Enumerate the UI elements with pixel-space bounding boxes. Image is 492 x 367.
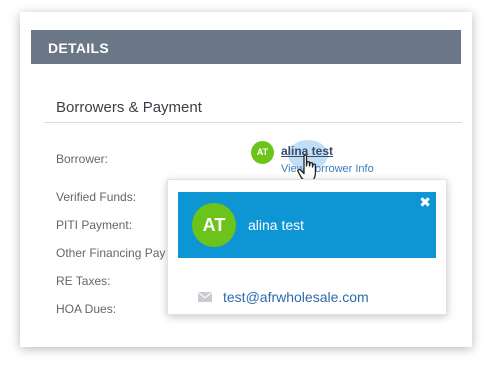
- details-header-title: DETAILS: [48, 40, 109, 56]
- details-card: DETAILS Borrowers & Payment Borrower: Ve…: [20, 12, 472, 347]
- re-taxes-label: RE Taxes:: [56, 274, 111, 288]
- section-title: Borrowers & Payment: [56, 99, 202, 116]
- piti-payment-label: PITI Payment:: [56, 218, 133, 232]
- section-divider: [44, 122, 462, 123]
- mail-icon: [198, 292, 212, 302]
- verified-funds-label: Verified Funds:: [56, 190, 137, 204]
- popover-header: AT alina test ✖: [178, 192, 436, 258]
- borrower-popover: AT alina test ✖ test@afrwholesale.com: [167, 179, 447, 315]
- view-borrower-info-link[interactable]: View Borrower Info: [281, 163, 374, 175]
- popover-avatar: AT: [192, 203, 236, 247]
- borrower-avatar[interactable]: AT: [251, 141, 274, 164]
- borrower-label: Borrower:: [56, 152, 109, 166]
- other-financing-label: Other Financing Pay: [56, 246, 166, 260]
- popover-borrower-name: alina test: [248, 217, 305, 233]
- popover-email-link[interactable]: test@afrwholesale.com: [223, 289, 369, 305]
- close-icon[interactable]: ✖: [419, 194, 431, 211]
- hoa-dues-label: HOA Dues:: [56, 302, 117, 316]
- details-header: DETAILS: [31, 30, 461, 64]
